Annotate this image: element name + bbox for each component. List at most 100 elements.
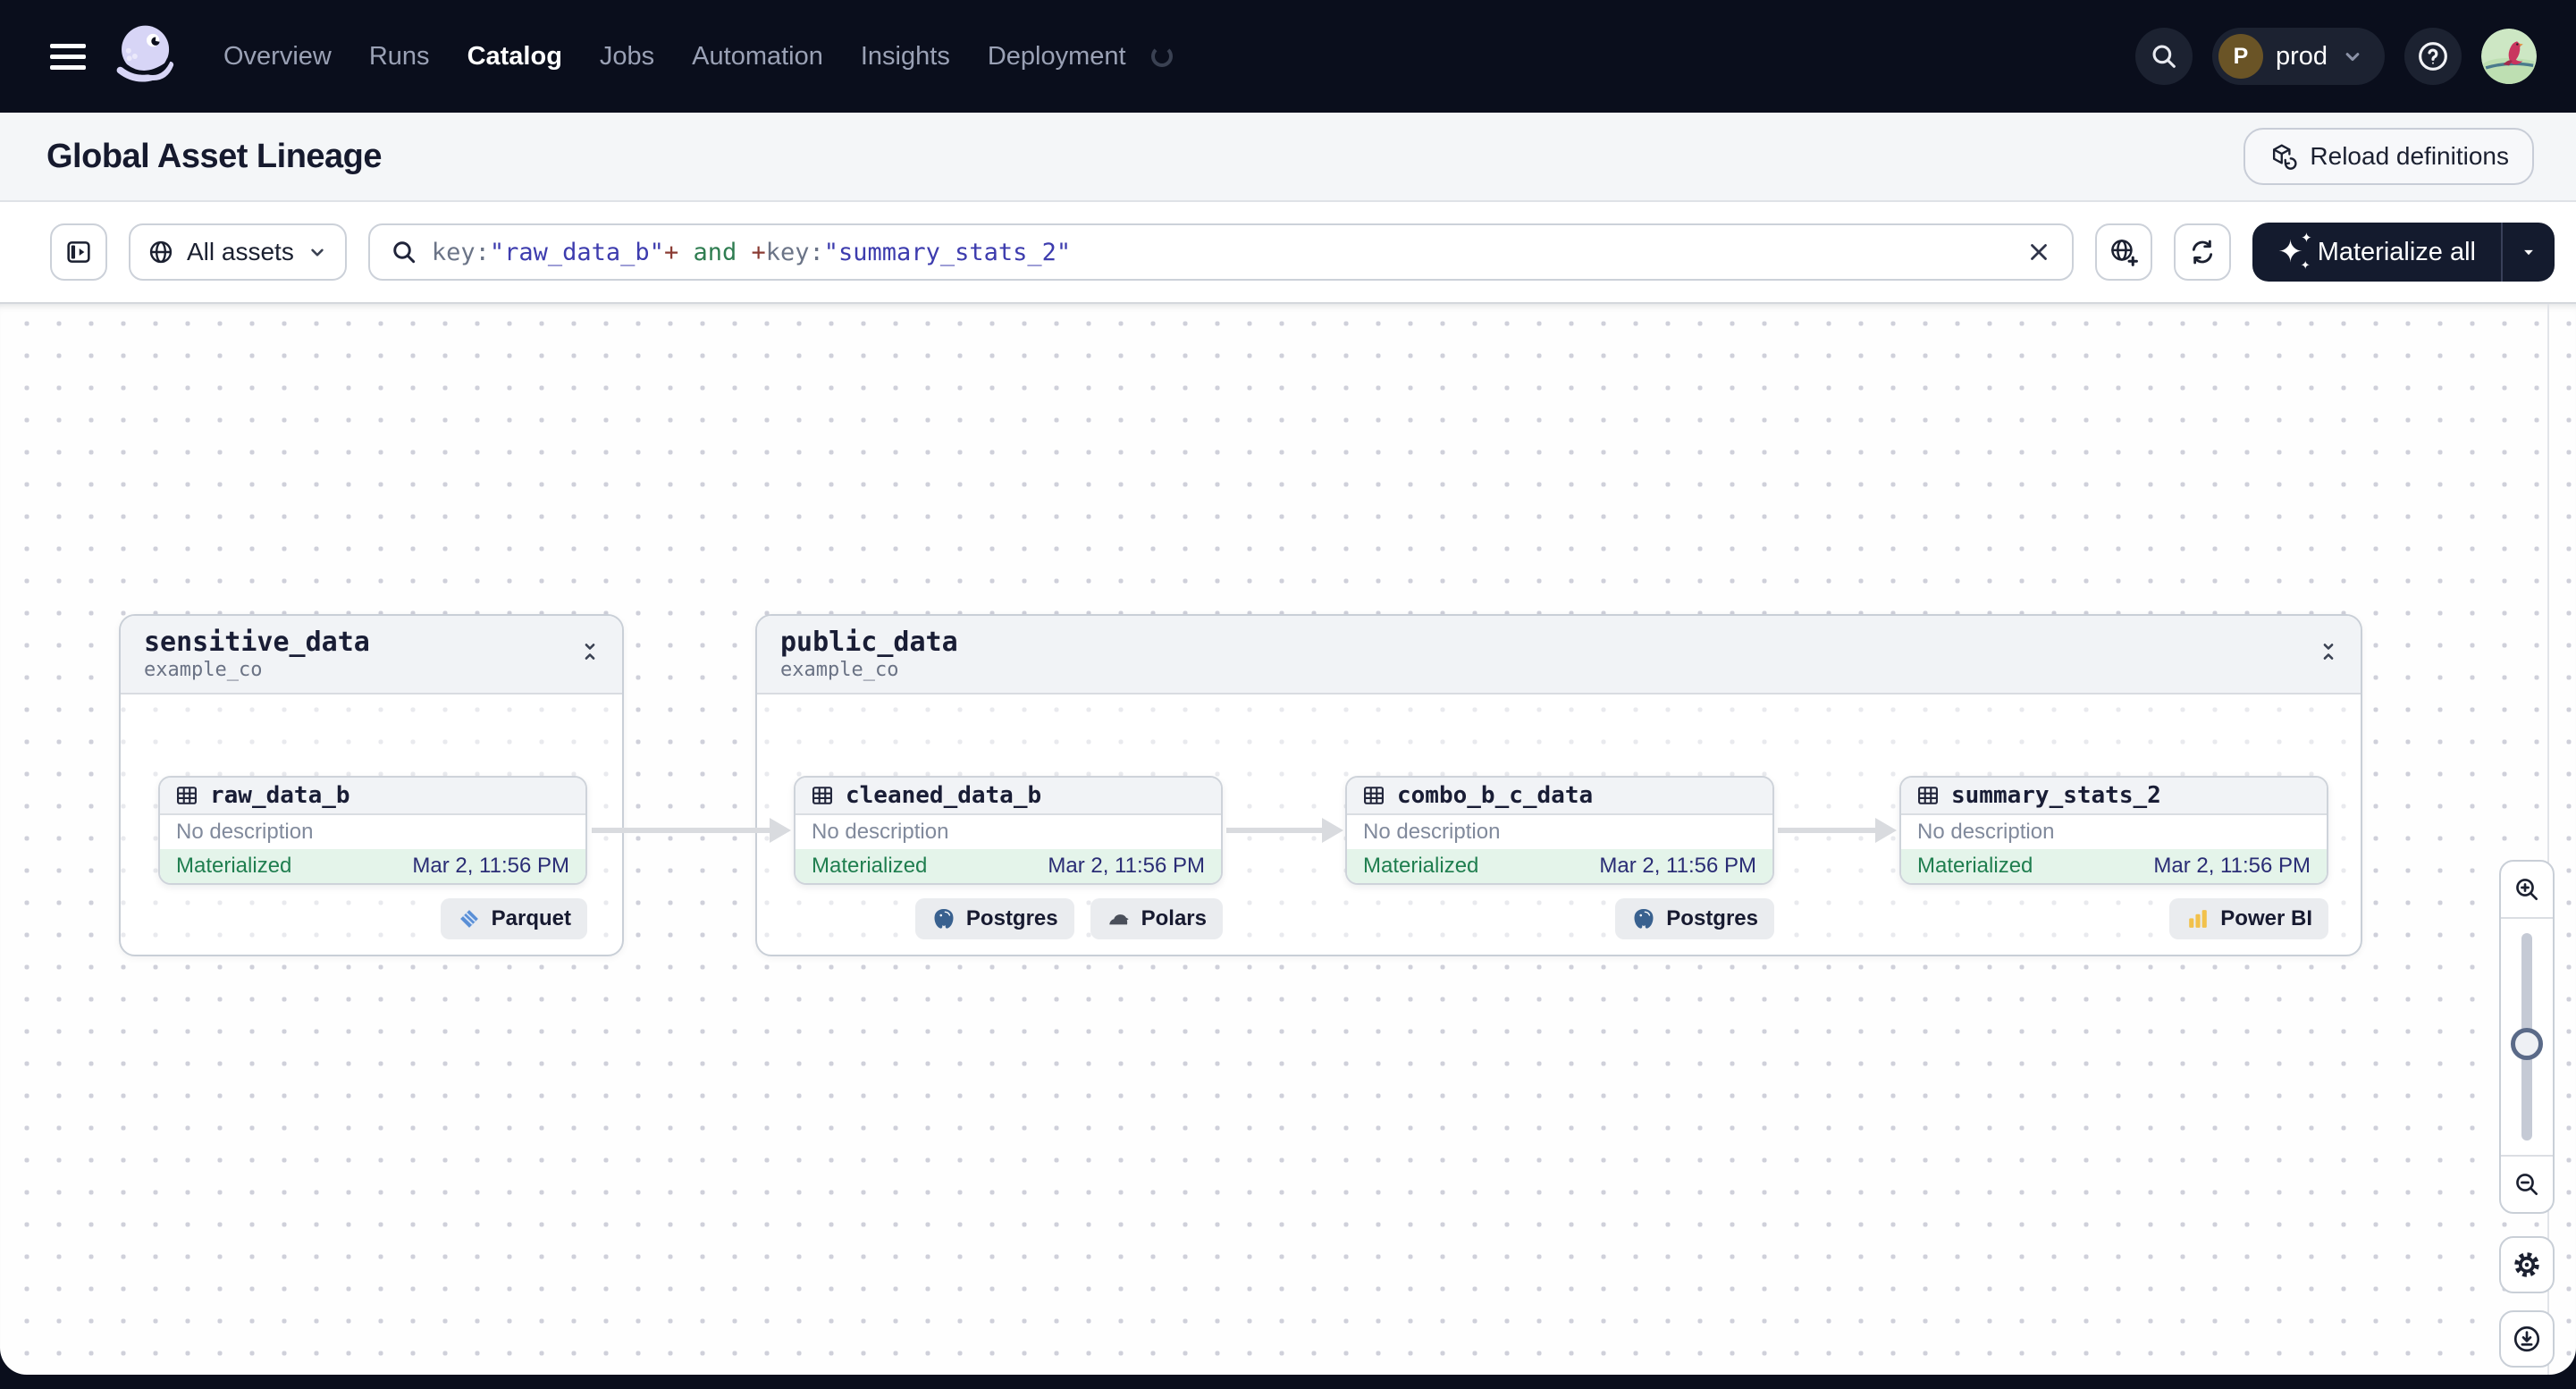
nav-item-runs[interactable]: Runs (369, 42, 430, 72)
hamburger-menu-icon[interactable] (50, 43, 86, 70)
help-button[interactable] (2404, 28, 2462, 85)
collapse-group-icon[interactable] (2316, 639, 2341, 664)
asset-node-raw-data-b[interactable]: raw_data_b No description Materialized M… (158, 776, 587, 885)
deployment-switcher[interactable]: P prod (2211, 28, 2385, 85)
nav-item-deployment[interactable]: Deployment (988, 42, 1126, 72)
query-token: and (678, 238, 752, 266)
nav-item-jobs[interactable]: Jobs (600, 42, 654, 72)
lineage-graph-canvas[interactable]: sensitive_data example_co public_data ex… (0, 304, 2576, 1375)
status-badge: Materialized (1363, 854, 1479, 878)
asset-description: No description (1917, 820, 2055, 844)
materialization-timestamp: Mar 2, 11:56 PM (1048, 854, 1205, 878)
open-sidebar-button[interactable] (50, 223, 107, 281)
reload-definitions-label: Reload definitions (2310, 142, 2509, 170)
refresh-icon (2187, 237, 2218, 267)
dagster-logo-icon[interactable] (109, 21, 179, 91)
lineage-toolbar: All assets key:"raw_data_b"+ and +key:"s… (0, 202, 2576, 304)
topbar-actions: P prod (2134, 28, 2537, 85)
nav-item-overview[interactable]: Overview (223, 42, 332, 72)
zoom-out-button[interactable] (2501, 1155, 2553, 1212)
table-icon (1915, 783, 1940, 808)
kind-badge-postgres: Postgres (914, 898, 1074, 939)
asset-node-cleaned-data-b[interactable]: cleaned_data_b No description Materializ… (794, 776, 1223, 885)
asset-name: raw_data_b (210, 782, 350, 809)
lineage-edge (1226, 828, 1323, 833)
zoom-control-panel (2499, 860, 2555, 1214)
kind-badges: Postgres Polars (914, 898, 1223, 939)
zoom-slider-knob[interactable] (2511, 1028, 2543, 1060)
kind-badge-parquet: Parquet (440, 898, 587, 939)
kind-badges: Power BI (2169, 898, 2328, 939)
asset-query-input[interactable]: key:"raw_data_b"+ and +key:"summary_stat… (367, 223, 2075, 281)
gear-icon (2512, 1250, 2542, 1280)
help-icon (2415, 38, 2451, 74)
top-nav-bar: Overview Runs Catalog Jobs Automation In… (0, 0, 2576, 113)
asset-status-bar: Materialized Mar 2, 11:56 PM (1347, 849, 1772, 883)
asset-node-header: cleaned_data_b (796, 778, 1221, 815)
asset-scope-label: All assets (187, 238, 294, 265)
materialize-options-caret[interactable] (2503, 223, 2555, 282)
query-text: key:"raw_data_b"+ and +key:"summary_stat… (432, 239, 1071, 266)
reload-definitions-icon (2269, 142, 2297, 171)
panel-toggle-icon (63, 237, 94, 267)
bottom-bar (0, 1375, 2576, 1389)
table-icon (1361, 783, 1386, 808)
globe-icon (147, 238, 175, 266)
query-token: + (751, 238, 766, 266)
status-badge: Materialized (812, 854, 928, 878)
group-location: example_co (144, 659, 263, 681)
chevron-down-icon (306, 240, 329, 264)
global-search-button[interactable] (2134, 28, 2193, 85)
zoom-slider[interactable] (2501, 919, 2553, 1155)
loading-spinner-icon (1150, 46, 1173, 67)
zoom-in-button[interactable] (2501, 862, 2553, 919)
table-icon (174, 783, 199, 808)
query-token: + (663, 238, 679, 266)
materialize-all-button[interactable]: ✦ ✦ ✦ Materialize all (2252, 223, 2555, 282)
collapse-group-icon[interactable] (577, 639, 602, 664)
group-header: sensitive_data example_co (121, 616, 622, 694)
search-icon (2149, 41, 2179, 72)
asset-status-bar: Materialized Mar 2, 11:56 PM (1901, 849, 2327, 883)
primary-nav: Overview Runs Catalog Jobs Automation In… (223, 42, 1173, 72)
download-image-button[interactable] (2499, 1310, 2555, 1368)
asset-scope-dropdown[interactable]: All assets (129, 223, 347, 281)
graph-settings-button[interactable] (2499, 1236, 2555, 1293)
materialization-timestamp: Mar 2, 11:56 PM (412, 854, 569, 878)
nav-item-insights[interactable]: Insights (861, 42, 950, 72)
user-avatar[interactable] (2481, 29, 2537, 84)
postgres-icon (1631, 906, 1656, 931)
chevron-down-icon (2340, 44, 2365, 69)
asset-node-combo-b-c-data[interactable]: combo_b_c_data No description Materializ… (1345, 776, 1774, 885)
asset-node-header: combo_b_c_data (1347, 778, 1772, 815)
materialize-all-label: Materialize all (2317, 237, 2476, 266)
page-title: Global Asset Lineage (46, 137, 383, 175)
view-all-assets-button[interactable] (2095, 223, 2153, 281)
status-badge: Materialized (176, 854, 292, 878)
clear-query-icon[interactable] (2025, 239, 2052, 265)
nav-item-automation[interactable]: Automation (692, 42, 823, 72)
table-icon (810, 783, 835, 808)
postgres-icon (931, 906, 956, 931)
materialization-timestamp: Mar 2, 11:56 PM (2153, 854, 2311, 878)
asset-node-summary-stats-2[interactable]: summary_stats_2 No description Materiali… (1899, 776, 2328, 885)
deployment-avatar: P (2218, 34, 2263, 79)
query-token: "raw_data_b" (489, 238, 664, 266)
asset-name: cleaned_data_b (846, 782, 1042, 809)
powerbi-icon (2185, 906, 2210, 931)
sparkle-icon: ✦ ✦ ✦ (2277, 231, 2312, 272)
materialization-timestamp: Mar 2, 11:56 PM (1599, 854, 1756, 878)
canvas-edge-line (2547, 304, 2549, 1375)
materialize-all-main[interactable]: ✦ ✦ ✦ Materialize all (2252, 223, 2501, 282)
nav-item-catalog[interactable]: Catalog (467, 42, 562, 72)
asset-description: No description (176, 820, 314, 844)
asset-node-header: summary_stats_2 (1901, 778, 2327, 815)
asset-name: combo_b_c_data (1397, 782, 1594, 809)
asset-node-header: raw_data_b (160, 778, 585, 815)
kind-badges: Postgres (1615, 898, 1774, 939)
globe-plus-icon (2108, 236, 2140, 268)
asset-status-bar: Materialized Mar 2, 11:56 PM (796, 849, 1221, 883)
reload-definitions-button[interactable]: Reload definitions (2243, 128, 2534, 185)
refresh-button[interactable] (2174, 223, 2232, 281)
group-header: public_data example_co (757, 616, 2361, 694)
